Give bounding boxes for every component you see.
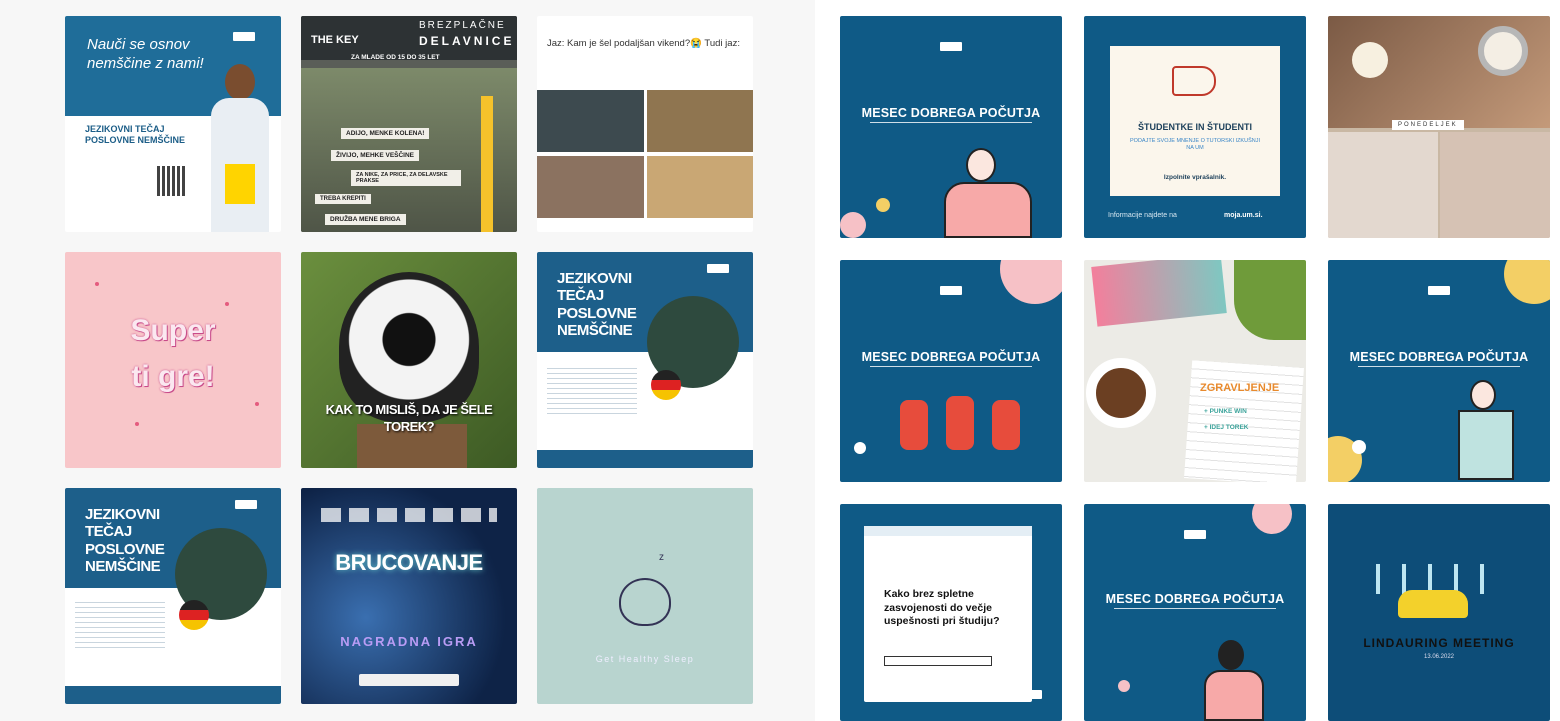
- window-photo: [1440, 132, 1550, 238]
- wellbeing-title: MESEC DOBREGA POČUTJA: [861, 106, 1041, 120]
- survey-footer-prefix: Informacije najdete na: [1108, 212, 1177, 219]
- survey-title: ŠTUDENTKE IN ŠTUDENTI: [1137, 122, 1252, 132]
- post-question: Kako brez spletne zasvojenosti do večje …: [884, 588, 1000, 628]
- left-post-grid: Nauči se osnov nemščine z nami! JEZIKOVN…: [0, 0, 815, 721]
- monday-label: PONEDELJEK: [1392, 120, 1464, 130]
- super-text: Super: [130, 314, 216, 347]
- post-tile-german-course[interactable]: Nauči se osnov nemščine z nami! JEZIKOVN…: [65, 16, 281, 232]
- workshop-line-1: ADIJO, MENKE KOLENA!: [341, 128, 430, 139]
- logo-icon: [707, 264, 729, 273]
- person-laptop-illustration: [1194, 640, 1274, 721]
- meeting-date: 13.06.2022: [1423, 654, 1455, 660]
- logo-icon: [1428, 286, 1450, 295]
- course-heading: JEZIKOVNI TEČAJ POSLOVNE NEMŠČINE: [85, 124, 186, 145]
- workshop-line-3: ZA NIKE, ZA PRICE, ZA DELAVSKE PRAKSE: [351, 170, 461, 186]
- workshop-line-2: ŽIVIJO, MEHKE VEŠČINE: [331, 150, 420, 161]
- megaphone-icon: [1172, 66, 1216, 96]
- meme-caption: KAK TO MISLIŠ, DA JE ŠELE TOREK?: [325, 402, 493, 434]
- logo-icon: [940, 42, 962, 51]
- post-tile-meeting[interactable]: LINDAURING MEETING 13.06.2022: [1328, 504, 1550, 721]
- post-tile-wellbeing-4[interactable]: MESEC DOBREGA POČUTJA: [1084, 504, 1306, 721]
- workshop-line-5: DRUŽBA MENE BRIGA: [325, 214, 406, 225]
- koala-icon: [619, 578, 671, 626]
- meeting-title: LINDAURING MEETING: [1363, 636, 1515, 650]
- person-on-phone-illustration: [1454, 380, 1524, 480]
- plant-photo: [1234, 260, 1306, 340]
- sleep-z-icon: z: [659, 552, 664, 563]
- wellbeing-title: MESEC DOBREGA POČUTJA: [1105, 592, 1285, 606]
- meme-photo-1: [537, 90, 644, 152]
- subheader: ZA MLADE OD 15 DO 35 LET: [351, 54, 440, 61]
- survey-body: PODAJTE SVOJE MNENJE O TUTORSKI IZKUŠNJI…: [1130, 138, 1260, 152]
- dancing-people-illustration: [890, 386, 1030, 476]
- post-tile-workshops[interactable]: THE KEY BREZPLAČNE DELAVNICE ZA MLADE OD…: [301, 16, 517, 232]
- meme-photo-4: [647, 156, 753, 218]
- meme-photo-2: [647, 90, 753, 152]
- survey-cta: Izpolnite vprašalnik.: [1163, 174, 1227, 181]
- post-tile-wellbeing-3[interactable]: MESEC DOBREGA POČUTJA: [1328, 260, 1550, 482]
- event-title: BRUCOVANJE: [335, 550, 483, 575]
- meme-photo-3: [537, 156, 644, 218]
- car-icon: [1398, 590, 1468, 618]
- note-item-1: + PUNKE WIN: [1204, 408, 1247, 415]
- wellbeing-title: MESEC DOBREGA POČUTJA: [1349, 350, 1529, 364]
- post-tile-german-course-3[interactable]: JEZIKOVNI TEČAJ POSLOVNE NEMŠČINE: [65, 488, 281, 704]
- germany-flag-icon: [651, 370, 681, 400]
- post-tile-lemur-meme[interactable]: KAK TO MISLIŠ, DA JE ŠELE TOREK?: [301, 252, 517, 468]
- note-title: ZGRAVLJENJE: [1200, 382, 1280, 394]
- note-item-2: + IDEJ TOREK: [1204, 424, 1249, 431]
- writing-photo: [1328, 132, 1438, 238]
- brand-label: THE KEY: [311, 34, 359, 46]
- post-tile-weekend-meme[interactable]: Jaz: Kam je šel podaljšan vikend?😭 Tudi …: [537, 16, 753, 232]
- post-title: Nauči se osnov nemščine z nami!: [87, 36, 204, 72]
- notebooks-photo: [1091, 260, 1227, 327]
- post-tile-brucovanje[interactable]: BRUCOVANJE NAGRADNA IGRA: [301, 488, 517, 704]
- post-tile-wellbeing-2[interactable]: MESEC DOBREGA POČUTJA: [840, 260, 1062, 482]
- post-tile-healthy-sleep[interactable]: z Get Healthy Sleep: [537, 488, 753, 704]
- logo-icon: [233, 32, 255, 41]
- coffee-cup-photo: [1086, 358, 1156, 428]
- post-tile-monday[interactable]: PONEDELJEK: [1328, 16, 1550, 238]
- sleep-caption: Get Healthy Sleep: [595, 654, 695, 664]
- post-tile-super-ti-gre[interactable]: Super ti gre!: [65, 252, 281, 468]
- post-tile-zgravljenje[interactable]: ZGRAVLJENJE + PUNKE WIN + IDEJ TOREK: [1084, 260, 1306, 482]
- wellbeing-title: MESEC DOBREGA POČUTJA: [861, 350, 1041, 364]
- header-top: BREZPLAČNE: [419, 20, 506, 31]
- post-tile-german-course-2[interactable]: JEZIKOVNI TEČAJ POSLOVNE NEMŠČINE: [537, 252, 753, 468]
- post-tile-student-survey[interactable]: ŠTUDENTKE IN ŠTUDENTI PODAJTE SVOJE MNEN…: [1084, 16, 1306, 238]
- header-bottom: DELAVNICE: [419, 34, 515, 48]
- meme-caption: Jaz: Kam je šel podaljšan vikend?😭 Tudi …: [547, 38, 740, 49]
- right-post-grid: MESEC DOBREGA POČUTJA ŠTUDENTKE IN ŠTUDE…: [815, 0, 1560, 721]
- person-writing-illustration: [938, 148, 1038, 238]
- qr-code-icon: [157, 166, 187, 196]
- logo-icon: [940, 286, 962, 295]
- logo-icon: [1020, 690, 1042, 699]
- post-tile-wellbeing-1[interactable]: MESEC DOBREGA POČUTJA: [840, 16, 1062, 238]
- event-subtitle: NAGRADNA IGRA: [340, 634, 478, 649]
- survey-footer-link[interactable]: moja.um.si.: [1224, 212, 1263, 219]
- workshop-line-4: TREBA KREPITI: [315, 194, 371, 204]
- lemur-image: [339, 272, 479, 422]
- germany-flag-icon: [179, 600, 209, 630]
- student-photo: [205, 64, 275, 232]
- logo-icon: [235, 500, 257, 509]
- post-tile-internet-addiction[interactable]: Kako brez spletne zasvojenosti do večje …: [840, 504, 1062, 721]
- logo-icon: [1184, 530, 1206, 539]
- search-bar: [884, 656, 992, 666]
- ti-gre-text: ti gre!: [131, 360, 215, 393]
